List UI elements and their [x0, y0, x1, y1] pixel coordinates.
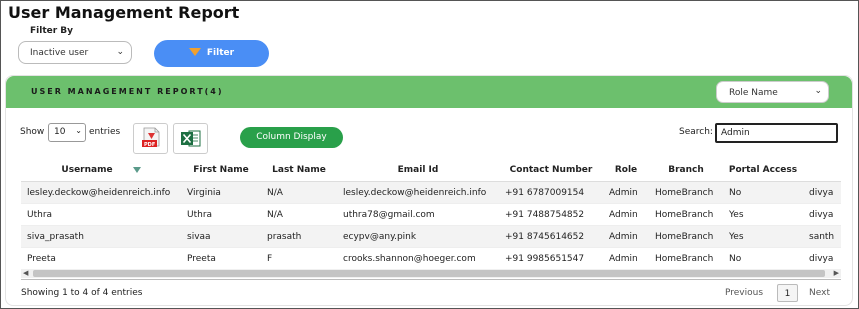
cell-branch: HomeBranch	[649, 247, 723, 269]
role-name-value: Role Name	[729, 88, 778, 98]
search-label: Search:	[679, 127, 713, 137]
cell-portal-access: No	[723, 181, 803, 204]
excel-icon	[181, 130, 201, 147]
entries-label: entries	[89, 127, 121, 137]
cell-extra: divya	[803, 247, 841, 269]
filter-button[interactable]: Filter	[154, 40, 269, 67]
column-header-first-name[interactable]: First Name	[181, 159, 261, 182]
page-title: User Management Report	[8, 3, 240, 22]
scroll-left-icon[interactable]: ◀	[23, 269, 28, 277]
cell-username: Preeta	[21, 247, 181, 269]
export-pdf-button[interactable]: PDF	[133, 123, 168, 154]
report-panel: USER MANAGEMENT REPORT(4) Role Name ⌄ Sh…	[5, 75, 853, 306]
cell-email: uthra78@gmail.com	[337, 203, 499, 226]
cell-username: Uthra	[21, 203, 181, 226]
user-status-value: Inactive user	[30, 48, 89, 58]
cell-username: lesley.deckow@heidenreich.info	[21, 181, 181, 204]
scrollbar-thumb[interactable]	[33, 270, 825, 277]
cell-contact: +91 9985651547	[499, 247, 603, 269]
cell-role: Admin	[603, 225, 649, 248]
entries-select[interactable]: 10 ⌄	[48, 123, 86, 142]
cell-first-name: Virginia	[181, 181, 261, 204]
cell-last-name: prasath	[261, 225, 337, 248]
funnel-icon	[188, 47, 201, 56]
cell-first-name: Preeta	[181, 247, 261, 269]
cell-portal-access: Yes	[723, 225, 803, 248]
pdf-icon: PDF	[142, 127, 160, 148]
export-excel-button[interactable]	[173, 123, 208, 154]
chevron-down-icon: ⌄	[814, 86, 822, 96]
cell-username: siva_prasath	[21, 225, 181, 248]
page-1-button[interactable]: 1	[777, 284, 798, 302]
table-row: Uthra Uthra N/A uthra78@gmail.com +91 74…	[21, 203, 841, 226]
report-header: USER MANAGEMENT REPORT(4) Role Name ⌄	[6, 76, 852, 108]
column-header-contact[interactable]: Contact Number	[499, 159, 603, 182]
column-header-role[interactable]: Role	[603, 159, 649, 182]
cell-first-name: sivaa	[181, 225, 261, 248]
cell-branch: HomeBranch	[649, 225, 723, 248]
cell-contact: +91 8745614652	[499, 225, 603, 248]
column-header-email[interactable]: Email Id	[337, 159, 499, 182]
report-table-container: Username First Name Last Name Email Id C…	[21, 159, 841, 269]
show-label: Show	[20, 127, 45, 137]
cell-portal-access: No	[723, 247, 803, 269]
column-header-branch[interactable]: Branch	[649, 159, 723, 182]
cell-email: lesley.deckow@heidenreich.info	[337, 181, 499, 204]
role-name-select[interactable]: Role Name ⌄	[716, 81, 829, 103]
cell-extra: santh	[803, 225, 841, 248]
filter-button-label: Filter	[206, 48, 235, 58]
cell-role: Admin	[603, 247, 649, 269]
search-input[interactable]: Admin	[715, 123, 838, 143]
cell-branch: HomeBranch	[649, 181, 723, 204]
cell-extra: divya	[803, 203, 841, 226]
column-header-extra[interactable]	[803, 159, 841, 182]
report-table: Username First Name Last Name Email Id C…	[21, 159, 841, 269]
chevron-down-icon: ⌄	[75, 126, 82, 135]
table-row: lesley.deckow@heidenreich.info Virginia …	[21, 181, 841, 204]
column-header-last-name[interactable]: Last Name	[261, 159, 337, 182]
showing-entries-text: Showing 1 to 4 of 4 entries	[21, 288, 143, 298]
table-row: Preeta Preeta F crooks.shannon@hoeger.co…	[21, 247, 841, 269]
table-header-row: Username First Name Last Name Email Id C…	[21, 159, 841, 182]
cell-contact: +91 6787009154	[499, 181, 603, 204]
cell-role: Admin	[603, 181, 649, 204]
filter-by-label: Filter By	[30, 26, 74, 36]
cell-contact: +91 7488754852	[499, 203, 603, 226]
cell-email: ecypv@any.pink	[337, 225, 499, 248]
pdf-icon-text: PDF	[144, 142, 155, 148]
cell-email: crooks.shannon@hoeger.com	[337, 247, 499, 269]
cell-extra: divya	[803, 181, 841, 204]
cell-first-name: Uthra	[181, 203, 261, 226]
cell-portal-access: Yes	[723, 203, 803, 226]
cell-branch: HomeBranch	[649, 203, 723, 226]
column-header-username[interactable]: Username	[21, 159, 181, 182]
cell-role: Admin	[603, 203, 649, 226]
chevron-down-icon: ⌄	[116, 47, 124, 57]
report-title: USER MANAGEMENT REPORT(4)	[31, 87, 224, 96]
next-button[interactable]: Next	[809, 288, 830, 298]
cell-last-name: F	[261, 247, 337, 269]
cell-last-name: N/A	[261, 203, 337, 226]
sort-desc-icon	[132, 166, 141, 173]
column-display-button[interactable]: Column Display	[240, 127, 343, 148]
cell-last-name: N/A	[261, 181, 337, 204]
scroll-right-icon[interactable]: ▶	[834, 269, 839, 277]
horizontal-scrollbar[interactable]: ◀ ▶	[21, 269, 841, 278]
entries-select-value: 10	[54, 127, 66, 137]
previous-button[interactable]: Previous	[725, 288, 763, 298]
column-header-portal-access[interactable]: Portal Access	[723, 159, 803, 182]
user-status-select[interactable]: Inactive user ⌄	[18, 41, 132, 64]
divider	[21, 279, 841, 280]
table-row: siva_prasath sivaa prasath ecypv@any.pin…	[21, 225, 841, 248]
